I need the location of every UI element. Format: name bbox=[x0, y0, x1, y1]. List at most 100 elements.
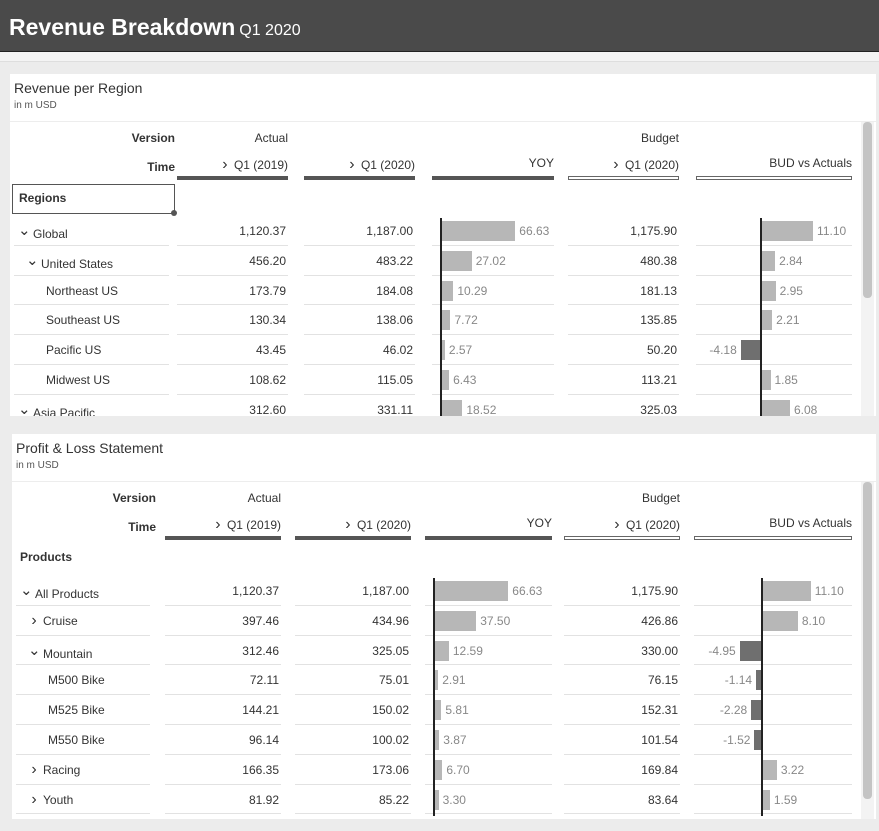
chevron-right-icon[interactable]: › bbox=[610, 156, 622, 174]
time-header-3[interactable]: › Q1 (2020) bbox=[564, 516, 680, 534]
time-header-label: Time bbox=[128, 520, 156, 534]
row-divider bbox=[425, 694, 552, 696]
row-label[interactable]: › Cruise bbox=[28, 612, 77, 629]
bud-axis bbox=[761, 727, 763, 757]
app-title: Revenue Breakdown Q1 2020 bbox=[9, 14, 301, 41]
vertical-scrollbar[interactable] bbox=[861, 122, 874, 416]
row-divider bbox=[696, 304, 852, 306]
row-label-text: Global bbox=[33, 226, 68, 241]
row-label[interactable]: ⌄ United States bbox=[26, 252, 114, 272]
dimension-header[interactable]: Products bbox=[20, 550, 72, 564]
column-header-bar-0 bbox=[177, 176, 288, 180]
value-cell: 173.79 bbox=[249, 283, 286, 298]
value-cell: 1,120.37 bbox=[232, 583, 279, 598]
time-header-3[interactable]: › Q1 (2020) bbox=[568, 156, 679, 174]
chevron-down-icon[interactable]: ⌄ bbox=[26, 252, 39, 269]
time-header-0[interactable]: › Q1 (2019) bbox=[177, 156, 288, 174]
value-cell: 325.03 bbox=[640, 402, 677, 416]
time-header-text: YOY bbox=[528, 156, 554, 170]
row-label[interactable]: ⌄ Global bbox=[18, 222, 68, 242]
chevron-right-icon[interactable]: › bbox=[219, 156, 231, 174]
time-header-text: Q1 (2019) bbox=[233, 158, 288, 172]
row-divider bbox=[432, 244, 554, 246]
chevron-right-icon[interactable]: › bbox=[212, 516, 224, 534]
yoy-bar-label: 3.87 bbox=[443, 732, 467, 747]
row-divider bbox=[177, 393, 288, 395]
chevron-right-icon[interactable]: › bbox=[28, 761, 40, 778]
time-header-4[interactable]: BUD vs Actuals bbox=[696, 156, 852, 170]
resize-handle[interactable] bbox=[171, 210, 177, 216]
row-label[interactable]: ⌄ Mountain bbox=[28, 642, 92, 662]
row-label-text: Asia Pacific bbox=[33, 405, 96, 416]
row-divider bbox=[177, 304, 288, 306]
row-divider bbox=[295, 604, 411, 606]
time-header-4[interactable]: BUD vs Actuals bbox=[694, 516, 852, 530]
value-cell: 85.22 bbox=[378, 792, 409, 807]
profit-loss-widget[interactable]: Profit & Loss Statement in m USD Version… bbox=[12, 434, 876, 819]
chevron-right-icon[interactable]: › bbox=[346, 156, 358, 174]
bud-vs-actuals-label: -4.18 bbox=[709, 343, 737, 358]
row-divider bbox=[295, 694, 411, 696]
dimension-header[interactable]: Regions bbox=[12, 184, 177, 216]
revenue-per-region-widget[interactable]: Revenue per Region in m USD Version Time A… bbox=[10, 74, 876, 416]
row-label: Northeast US bbox=[46, 283, 118, 299]
row-label[interactable]: › Racing bbox=[28, 761, 80, 778]
row-divider bbox=[432, 393, 554, 395]
scrollbar-thumb[interactable] bbox=[863, 122, 872, 299]
chevron-down-icon[interactable]: ⌄ bbox=[18, 401, 31, 416]
revenue-table[interactable]: Version Time Actual › Q1 (2019) › Q1 (2020) YOY… bbox=[10, 121, 876, 416]
chevron-right-icon[interactable]: › bbox=[611, 516, 623, 534]
row-divider bbox=[694, 604, 852, 606]
row-label[interactable]: ⌄ Asia Pacific bbox=[18, 401, 96, 416]
row-divider bbox=[564, 634, 680, 636]
bud-vs-actuals-label: -4.95 bbox=[708, 643, 736, 658]
row-divider bbox=[304, 274, 415, 276]
row-label[interactable]: › Youth bbox=[28, 791, 73, 808]
chevron-down-icon[interactable]: ⌄ bbox=[20, 582, 33, 599]
row-divider bbox=[425, 783, 552, 785]
row-divider bbox=[694, 724, 852, 725]
widget-title: Profit & Loss Statement bbox=[16, 440, 164, 456]
yoy-bar bbox=[442, 310, 451, 331]
row-label-text: Northeast US bbox=[46, 283, 119, 298]
row-label: M500 Bike bbox=[48, 672, 105, 688]
chevron-down-icon[interactable]: ⌄ bbox=[28, 642, 41, 659]
yoy-bar-label: 37.50 bbox=[480, 613, 511, 628]
row-divider bbox=[694, 813, 852, 815]
bud-vs-actuals-bar bbox=[763, 759, 777, 780]
row-divider bbox=[14, 244, 169, 246]
row-divider bbox=[16, 634, 150, 636]
row-label-text: United States bbox=[41, 256, 114, 271]
row-divider bbox=[14, 334, 169, 336]
time-header-1[interactable]: › Q1 (2020) bbox=[304, 156, 415, 174]
time-header-text: Q1 (2020) bbox=[360, 158, 415, 172]
time-header-2[interactable]: YOY bbox=[432, 156, 554, 170]
time-header-2[interactable]: YOY bbox=[425, 516, 552, 530]
time-header-1[interactable]: › Q1 (2020) bbox=[295, 516, 411, 534]
chevron-right-icon[interactable]: › bbox=[28, 612, 40, 629]
row-divider bbox=[295, 783, 411, 785]
row-divider bbox=[16, 604, 150, 606]
row-divider bbox=[564, 724, 680, 725]
column-header-bar-3 bbox=[564, 536, 680, 540]
yoy-bar bbox=[435, 670, 439, 691]
row-divider bbox=[295, 634, 411, 636]
row-label[interactable]: ⌄ All Products bbox=[20, 582, 99, 602]
column-header-bar-1 bbox=[304, 176, 415, 180]
scrollbar-thumb[interactable] bbox=[863, 482, 872, 799]
row-label: M525 Bike bbox=[48, 702, 105, 718]
bud-axis bbox=[760, 337, 762, 367]
bud-vs-actuals-bar bbox=[740, 340, 760, 361]
vertical-scrollbar[interactable] bbox=[861, 482, 874, 819]
chevron-right-icon[interactable]: › bbox=[342, 516, 354, 534]
yoy-bar-label: 66.63 bbox=[519, 223, 550, 238]
bud-vs-actuals-label: 2.95 bbox=[779, 283, 803, 298]
yoy-bar bbox=[435, 730, 440, 750]
row-divider bbox=[304, 244, 415, 246]
bud-vs-actuals-bar bbox=[751, 700, 761, 721]
bud-vs-actuals-bar bbox=[762, 399, 790, 416]
chevron-down-icon[interactable]: ⌄ bbox=[18, 222, 31, 239]
chevron-right-icon[interactable]: › bbox=[28, 791, 40, 808]
pl-table[interactable]: Version Time Actual › Q1 (2019) › Q1 (2020) YOY… bbox=[12, 481, 876, 819]
time-header-0[interactable]: › Q1 (2019) bbox=[165, 516, 281, 534]
